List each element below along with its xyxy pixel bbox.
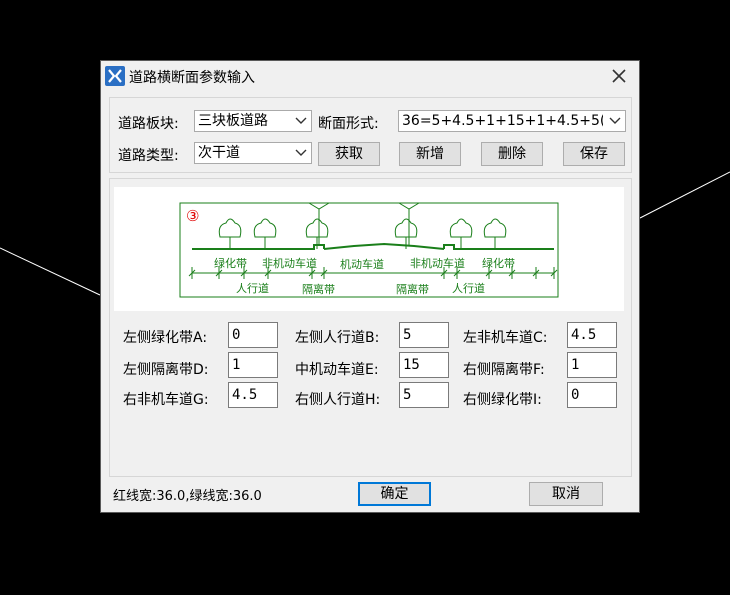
chevron-down-icon [295, 117, 307, 124]
label-non-motor-right: 非机动车道 [410, 256, 465, 270]
tree-crown [218, 218, 242, 238]
road-type-select[interactable]: 次干道 [194, 142, 312, 164]
param-f-input[interactable]: 1 [567, 352, 617, 378]
save-button[interactable]: 保存 [563, 142, 625, 166]
street-lamp-icon [308, 202, 330, 245]
param-h-label: 右侧人行道H: [295, 392, 381, 408]
diagram-number: ③ [186, 207, 199, 225]
road-surface-line [192, 242, 554, 250]
tree-crown [449, 218, 473, 238]
param-i-input[interactable]: 0 [567, 382, 617, 408]
section-form-value: 36=5+4.5+1+15+1+4.5+5(0+0 [402, 113, 603, 129]
param-f-label: 右侧隔离带F: [463, 362, 545, 378]
label-sidewalk-left: 人行道 [236, 281, 269, 295]
param-e-label: 中机动车道E: [295, 362, 379, 378]
road-block-label: 道路板块: [118, 116, 179, 132]
tree-crown [483, 218, 507, 238]
tree-crown [253, 218, 277, 238]
param-d-input[interactable]: 1 [228, 352, 278, 378]
section-form-label: 断面形式: [318, 116, 379, 132]
param-c-input[interactable]: 4.5 [567, 322, 617, 348]
road-settings-group: 道路板块: 三块板道路 断面形式: 36=5+4.5+1+15+1+4.5+5(… [109, 97, 632, 173]
label-green-belt-right: 绿化带 [482, 256, 515, 270]
road-type-value: 次干道 [198, 145, 240, 161]
street-lamp-icon [398, 202, 420, 245]
param-i-label: 右侧绿化带I: [463, 392, 542, 408]
tree-icon [253, 218, 277, 249]
road-type-label: 道路类型: [118, 148, 179, 164]
add-button[interactable]: 新增 [399, 142, 461, 166]
delete-button[interactable]: 删除 [481, 142, 543, 166]
road-block-select[interactable]: 三块板道路 [194, 110, 312, 132]
section-form-select[interactable]: 36=5+4.5+1+15+1+4.5+5(0+0 [398, 110, 626, 132]
param-g-label: 右非机车道G: [123, 392, 209, 408]
status-text: 红线宽:36.0,绿线宽:36.0 [113, 489, 262, 504]
title-bar[interactable]: 道路横断面参数输入 [101, 61, 639, 91]
param-a-label: 左侧绿化带A: [123, 330, 208, 346]
tree-crown [394, 218, 418, 238]
lamp-arm [398, 202, 420, 210]
ok-button[interactable]: 确定 [358, 482, 431, 506]
cross-section-diagram: ③ 绿化带 非机动车道 机动车道 非机动车道 绿化带 人行道 隔离带 隔离带 人… [114, 187, 624, 311]
tree-icon [218, 218, 242, 249]
param-h-input[interactable]: 5 [399, 382, 449, 408]
road-section-dialog: 道路横断面参数输入 道路板块: 三块板道路 断面形式: 36=5+4.5+1+1… [100, 60, 640, 513]
tree-crown [305, 218, 329, 238]
param-b-input[interactable]: 5 [399, 322, 449, 348]
param-b-label: 左侧人行道B: [295, 330, 380, 346]
label-motor-lane: 机动车道 [340, 257, 384, 271]
label-non-motor-left: 非机动车道 [262, 256, 317, 270]
label-median-left: 隔离带 [302, 282, 335, 296]
cad-line-right [639, 171, 730, 219]
label-sidewalk-right: 人行道 [452, 281, 485, 295]
param-d-label: 左侧隔离带D: [123, 362, 209, 378]
chevron-down-icon [295, 149, 307, 156]
chevron-down-icon [609, 117, 621, 124]
tree-icon [483, 218, 507, 249]
app-logo-icon [105, 66, 125, 86]
close-icon[interactable] [605, 65, 633, 87]
param-a-input[interactable]: 0 [228, 322, 278, 348]
param-g-input[interactable]: 4.5 [228, 382, 278, 408]
label-median-right: 隔离带 [396, 282, 429, 296]
dialog-title: 道路横断面参数输入 [129, 70, 255, 86]
lamp-arm [308, 202, 330, 210]
label-green-belt-left: 绿化带 [214, 256, 247, 270]
road-block-value: 三块板道路 [198, 113, 268, 129]
param-e-input[interactable]: 15 [399, 352, 449, 378]
get-button[interactable]: 获取 [318, 142, 380, 166]
param-c-label: 左非机车道C: [463, 330, 548, 346]
cancel-button[interactable]: 取消 [529, 482, 603, 506]
cad-line-left [0, 247, 101, 296]
cross-section-svg: ③ 绿化带 非机动车道 机动车道 非机动车道 绿化带 人行道 隔离带 隔离带 人… [179, 202, 559, 298]
